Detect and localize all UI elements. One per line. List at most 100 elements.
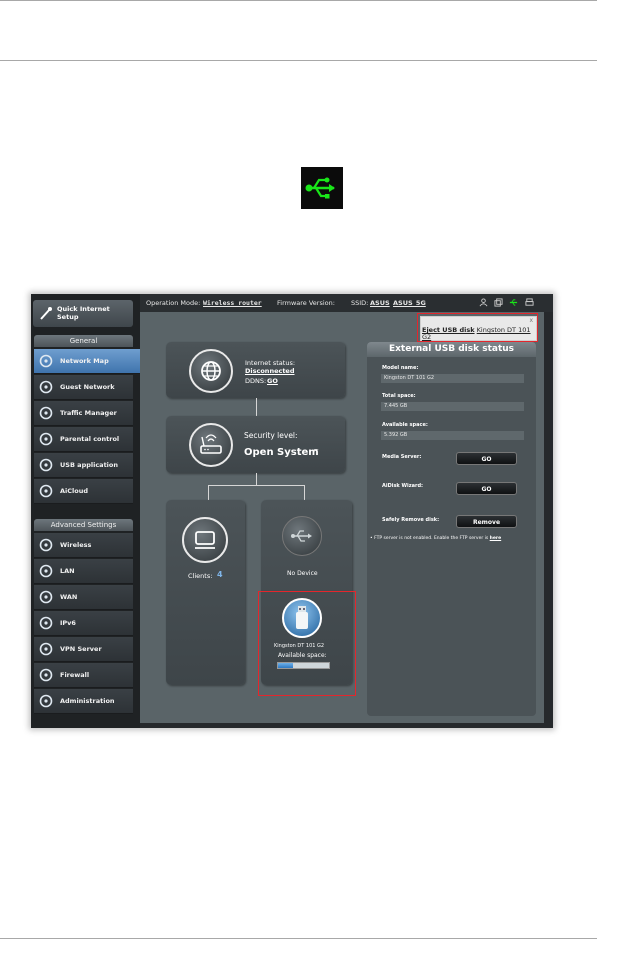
top-rule (0, 0, 597, 1)
menu-item-label: AiCloud (60, 487, 89, 495)
menu-item-label: Parental control (60, 435, 120, 443)
total-space-value: 7.445 GB (381, 402, 524, 411)
vpn-icon (38, 641, 54, 657)
ftp-note: • FTP server is not enabled. Enable the … (370, 536, 536, 544)
puzzle-icon (38, 457, 54, 473)
media-server-label: Media Server: (382, 454, 422, 460)
ftp-here-link[interactable]: here (490, 536, 502, 541)
sidebar-item-network-map[interactable]: Network Map (34, 349, 140, 374)
sidebar-item-ipv6[interactable]: IPv6 (34, 611, 133, 636)
sidebar-item-usb-application[interactable]: USB application (34, 453, 133, 478)
sidebar-item-lan[interactable]: LAN (34, 559, 133, 584)
globe-v6-icon (38, 615, 54, 631)
admin-icon (38, 693, 54, 709)
sidebar-item-firewall[interactable]: Firewall (34, 663, 133, 688)
menu-item-label: Wireless (60, 541, 92, 549)
internet-status-value[interactable]: Disconnected (245, 367, 295, 375)
connector-line (256, 398, 257, 416)
menu-item-label: Traffic Manager (60, 409, 117, 417)
menu-item-label: VPN Server (60, 645, 102, 653)
quick-setup-label: Quick Internet Setup (57, 305, 110, 321)
lock-icon (38, 431, 54, 447)
ddns-label: DDNS: (245, 377, 267, 385)
usb-panel-title: External USB disk status (367, 342, 536, 357)
sidebar-item-wireless[interactable]: Wireless (34, 533, 133, 558)
sidebar-item-aicloud[interactable]: AiCloud (34, 479, 133, 504)
operation-mode-link[interactable]: Wireless router (203, 294, 262, 312)
sidebar-item-administration[interactable]: Administration (34, 689, 133, 714)
menu-item-label: Administration (60, 697, 115, 705)
header-rule (0, 60, 597, 61)
shield-icon (38, 667, 54, 683)
user-icon[interactable] (479, 298, 488, 307)
available-space-value: 5.392 GB (381, 431, 524, 440)
usb-status-panel: External USB disk status Model name: Kin… (367, 342, 536, 716)
connector-line (304, 485, 305, 500)
clients-node[interactable]: Clients: 4 (166, 500, 245, 685)
sidebar-item-traffic-manager[interactable]: Traffic Manager (34, 401, 133, 426)
menu-item-label: IPv6 (60, 619, 76, 627)
usb-icon (282, 516, 322, 556)
guest-network-icon (38, 379, 54, 395)
firmware-label: Firmware Version: (277, 299, 335, 307)
magic-wand-icon (40, 307, 52, 320)
usb-slot-status: No Device (287, 570, 318, 577)
total-space-label: Total space: (382, 393, 416, 399)
footer-rule (0, 938, 597, 939)
eject-highlight-box (417, 313, 538, 342)
sidebar-item-vpn-server[interactable]: VPN Server (34, 637, 133, 662)
security-level-value[interactable]: Open System (244, 447, 319, 458)
model-name-value: Kingston DT 101 G2 (381, 374, 524, 383)
menu-item-label: Network Map (60, 357, 109, 365)
ssid-link-2[interactable]: ASUS_5G (393, 294, 426, 312)
usb-icon (301, 167, 343, 209)
sidebar-item-parental-control[interactable]: Parental control (34, 427, 133, 452)
aidisk-go-button[interactable]: GO (456, 482, 517, 495)
general-section-header: General (34, 335, 133, 347)
sidebar-item-guest-network[interactable]: Guest Network (34, 375, 133, 400)
quick-internet-setup-button[interactable]: Quick Internet Setup (33, 300, 133, 327)
router-icon (189, 423, 233, 467)
clients-label: Clients: (188, 572, 213, 580)
internet-node[interactable]: Internet status: Disconnected DDNS: GO (166, 342, 345, 398)
internet-status-label: Internet status: (245, 359, 296, 367)
router-ui-screenshot: Operation Mode: Wireless router Firmware… (31, 294, 553, 728)
connector-line (208, 485, 209, 500)
menu-item-label: USB application (60, 461, 118, 469)
menu-item-label: Guest Network (60, 383, 115, 391)
cloud-icon (38, 483, 54, 499)
available-space-label: Available space: (382, 422, 428, 428)
ftp-note-text: FTP server is not enabled. Enable the FT… (374, 536, 489, 541)
connector-line (208, 485, 305, 486)
computer-icon (182, 517, 228, 563)
wifi-icon (38, 537, 54, 553)
security-level-label: Security level: (244, 431, 298, 440)
router-node[interactable]: Security level: Open System ⌐ (166, 416, 345, 473)
ssid-label: SSID: (351, 299, 369, 307)
menu-item-label: LAN (60, 567, 75, 575)
home-icon (38, 563, 54, 579)
clients-count[interactable]: 4 (217, 570, 223, 579)
usb-icon[interactable] (509, 298, 518, 307)
usb-disk-highlight-box (258, 591, 356, 696)
operation-mode-label: Operation Mode: (146, 299, 201, 307)
aidisk-wizard-label: AiDisk Wizard: (382, 483, 424, 489)
sidebar: Quick Internet Setup General Network Map… (31, 294, 140, 728)
printer-icon[interactable] (525, 298, 534, 307)
traffic-manager-icon (38, 405, 54, 421)
ddns-go-link[interactable]: GO (267, 377, 278, 385)
network-map-icon (38, 353, 54, 369)
connector-line (256, 473, 257, 485)
safely-remove-label: Safely Remove disk: (382, 517, 440, 523)
remove-disk-button[interactable]: Remove (456, 515, 517, 528)
globe-icon (189, 349, 233, 393)
copy-icon[interactable] (494, 298, 503, 307)
sidebar-item-wan[interactable]: WAN (34, 585, 133, 610)
menu-item-label: Firewall (60, 671, 90, 679)
menu-item-label: WAN (60, 593, 78, 601)
ssid-link-1[interactable]: ASUS (370, 294, 390, 312)
unlock-icon: ⌐ (313, 446, 319, 454)
globe-icon (38, 589, 54, 605)
advanced-settings-header: Advanced Settings (34, 519, 133, 531)
media-server-go-button[interactable]: GO (456, 452, 517, 465)
